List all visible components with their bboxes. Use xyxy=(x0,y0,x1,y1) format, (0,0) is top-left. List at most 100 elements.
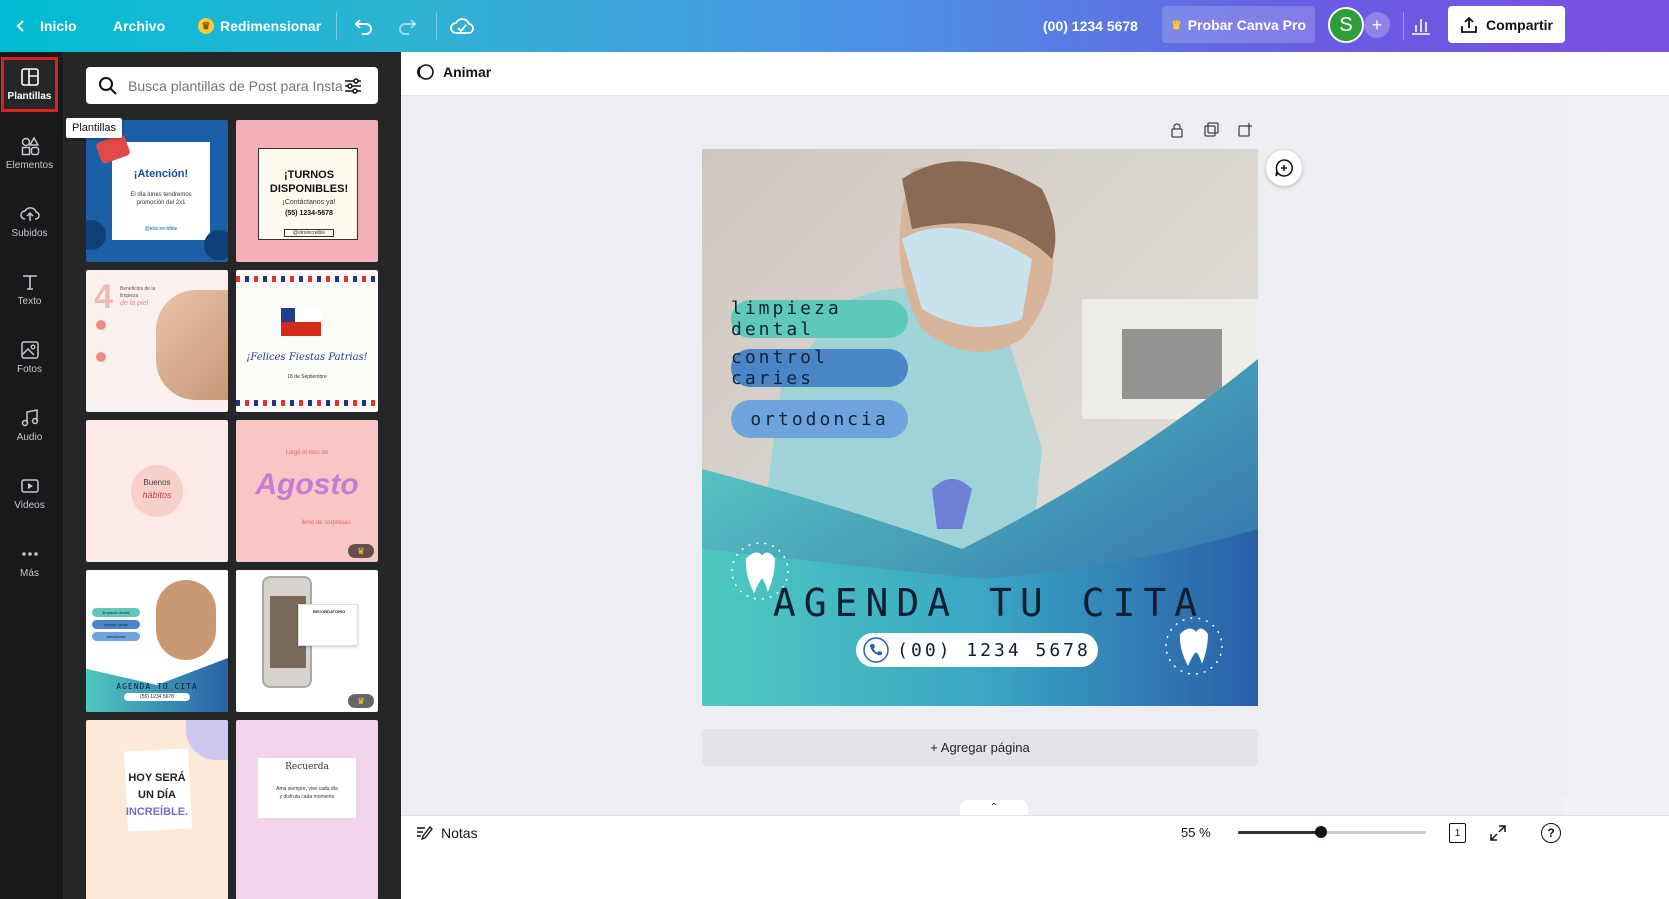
undo-button[interactable] xyxy=(353,0,375,52)
card-text: y disfruta cada momento xyxy=(279,794,335,800)
redo-icon xyxy=(399,19,417,35)
rail-label: Audio xyxy=(16,432,43,443)
template-card[interactable]: limpieza dental control caries ortodonci… xyxy=(86,570,228,712)
insights-button[interactable] xyxy=(1410,0,1432,52)
redo-button[interactable] xyxy=(396,0,418,52)
card-title: DISPONIBLES! xyxy=(269,183,349,195)
card-text: limpieza xyxy=(120,293,139,299)
page-count: 1 xyxy=(1454,827,1461,839)
share-button[interactable]: Compartir xyxy=(1448,6,1565,43)
zoom-slider-handle[interactable] xyxy=(1314,826,1327,838)
duplicate-icon[interactable] xyxy=(1203,122,1219,138)
rail-item-videos[interactable]: Videos xyxy=(0,465,59,522)
upload-icon xyxy=(19,207,40,221)
template-card[interactable]: 4 Beneficios de la limpieza de la piel xyxy=(86,270,228,412)
comment-button[interactable] xyxy=(1266,150,1302,186)
pill-text: ortodoncia xyxy=(750,408,889,430)
file-menu-button[interactable]: Archivo xyxy=(113,0,165,52)
home-button[interactable]: Inicio xyxy=(14,0,77,52)
help-button[interactable]: ? xyxy=(1541,823,1561,843)
card-text: promoción del 2x1 xyxy=(136,200,186,206)
card-title: HOY SERÁ xyxy=(128,772,186,784)
vertical-scrollbar[interactable] xyxy=(1563,96,1569,796)
template-card[interactable]: Recuerda Ama siempre, vive cada día y di… xyxy=(236,720,378,899)
template-card[interactable]: HOY SERÁ UN DÍA INCREÍBLE. xyxy=(86,720,228,899)
rail-item-templates[interactable]: Plantillas xyxy=(1,57,58,112)
card-title: INCREÍBLE. xyxy=(125,806,189,818)
rail-label: Texto xyxy=(17,296,42,307)
rail-item-uploads[interactable]: Subidos xyxy=(0,193,59,250)
template-card[interactable]: ¡Atención! El día lunes tendremos promoc… xyxy=(86,120,228,262)
divider xyxy=(436,12,437,40)
show-pages-button[interactable]: ⌃ xyxy=(960,800,1028,815)
card-pill: limpieza dental xyxy=(92,608,140,617)
bottom-bar: Notas 55 % 1 ? xyxy=(401,815,1669,899)
decor xyxy=(186,720,228,760)
share-icon xyxy=(1461,16,1477,33)
avatar[interactable]: S xyxy=(1328,7,1364,43)
card-text: @otroincreible xyxy=(284,229,334,237)
template-card[interactable]: RECORDATORIO ♛ xyxy=(236,570,378,712)
service-pill: control caries xyxy=(731,347,908,389)
zoom-value[interactable]: 55 % xyxy=(1181,825,1211,840)
filter-icon[interactable] xyxy=(343,76,363,96)
search-icon xyxy=(99,76,117,95)
template-card[interactable]: Buenos hábitos xyxy=(86,420,228,562)
crown-icon: ♛ xyxy=(1170,17,1182,32)
crown-icon: ♛ xyxy=(198,18,214,34)
confetti xyxy=(236,400,378,406)
notes-button[interactable]: Notas xyxy=(415,824,478,842)
phone-title[interactable]: (00) 1234 5678 xyxy=(1043,0,1138,52)
try-pro-button[interactable]: ♛ Probar Canva Pro xyxy=(1162,6,1315,43)
rail-item-photos[interactable]: Fotos xyxy=(0,329,59,386)
template-card[interactable]: Llegó el mes de Agosto lleno de sorpresa… xyxy=(236,420,378,562)
try-pro-label: Probar Canva Pro xyxy=(1187,16,1307,33)
service-pill: limpieza dental xyxy=(731,298,908,340)
premium-badge: ♛ xyxy=(348,694,374,708)
card-text: (55) 1234 5678 xyxy=(124,693,190,701)
card-title: Recuerda xyxy=(285,762,329,772)
notification-card: RECORDATORIO xyxy=(298,604,358,646)
card-title: ¡TURNOS xyxy=(283,169,335,181)
side-rail: Plantillas Elementos Subidos Texto Fotos… xyxy=(0,52,63,899)
decor xyxy=(86,220,106,250)
videos-icon xyxy=(20,479,39,493)
card-title: UN DÍA xyxy=(138,789,176,801)
rail-item-more[interactable]: Más xyxy=(0,533,59,590)
animate-icon xyxy=(417,64,434,80)
template-search[interactable] xyxy=(86,67,378,104)
pill-text: limpieza dental xyxy=(731,298,842,340)
divider xyxy=(336,12,337,40)
design-canvas[interactable]: limpieza dental control caries ortodonci… xyxy=(702,149,1258,706)
animate-label: Animar xyxy=(443,64,492,80)
card-text: 18 de Septiembre xyxy=(287,374,327,380)
page-count-button[interactable]: 1 xyxy=(1449,823,1466,843)
card-text: El día lunes tendremos xyxy=(130,192,192,198)
step-dot xyxy=(96,352,106,362)
card-title: Agosto xyxy=(255,468,359,501)
rail-item-text[interactable]: Texto xyxy=(0,261,59,318)
phone-icon xyxy=(863,637,889,663)
rail-label: Fotos xyxy=(16,364,42,375)
chevron-left-icon xyxy=(16,20,24,32)
add-member-button[interactable]: + xyxy=(1364,12,1390,38)
add-page-button[interactable]: + Agregar página xyxy=(702,729,1258,766)
template-card[interactable]: ¡Felices Fiestas Patrias! 18 de Septiemb… xyxy=(236,270,378,412)
file-label: Archivo xyxy=(113,18,166,34)
resize-button[interactable]: ♛ Redimensionar xyxy=(198,0,321,52)
lock-icon[interactable] xyxy=(1169,122,1185,138)
fullscreen-icon[interactable] xyxy=(1489,824,1507,842)
cloud-save-button[interactable] xyxy=(450,0,474,52)
rail-item-audio[interactable]: Audio xyxy=(0,397,59,454)
card-text: @elcicorcidble xyxy=(144,226,178,232)
animate-button[interactable]: Animar xyxy=(415,62,491,82)
zoom-slider[interactable] xyxy=(1238,826,1426,838)
face-photo xyxy=(156,290,228,400)
template-card[interactable]: ¡TURNOS DISPONIBLES! ¡Contáctanos ya! (5… xyxy=(236,120,378,262)
card-text: (55) 1234-5678 xyxy=(285,210,333,217)
rail-item-elements[interactable]: Elementos xyxy=(0,125,59,182)
search-input[interactable] xyxy=(128,77,343,94)
add-page-icon[interactable] xyxy=(1237,122,1253,138)
card-number: 4 xyxy=(94,278,113,316)
divider xyxy=(1403,12,1404,40)
